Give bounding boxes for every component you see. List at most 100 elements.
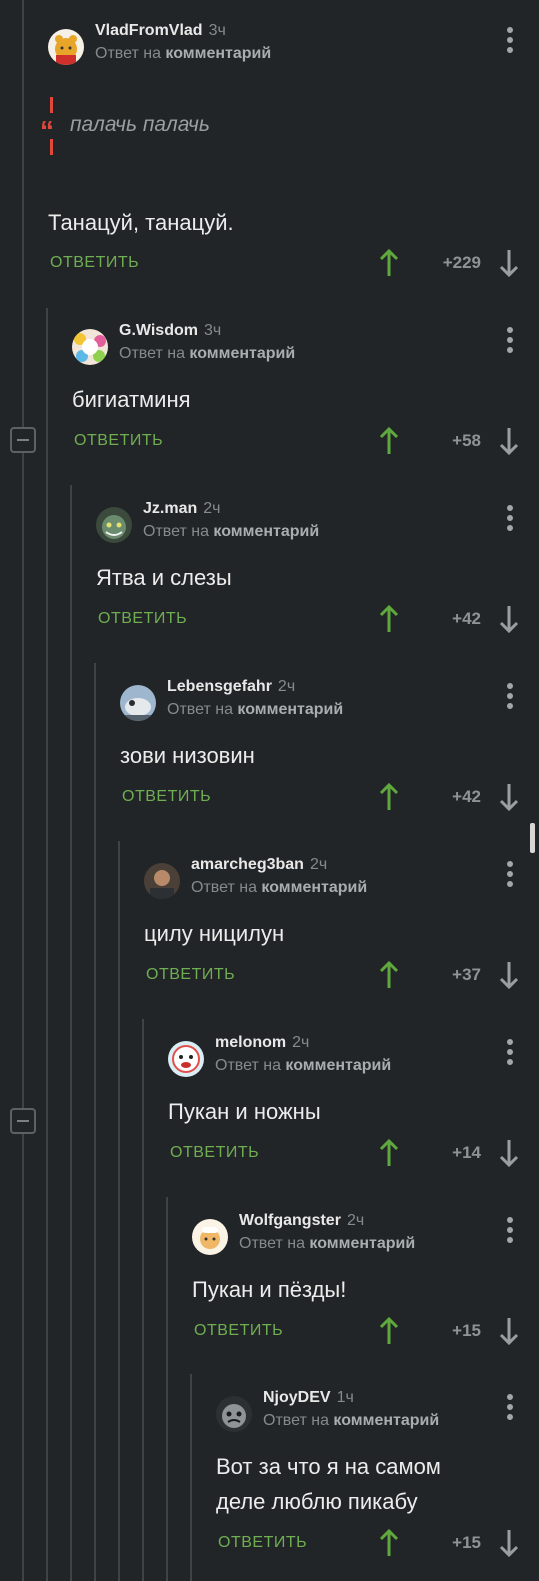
collapse-icon[interactable] xyxy=(10,427,36,453)
quote-bar xyxy=(50,97,53,113)
reply-button[interactable]: ОТВЕТИТЬ xyxy=(50,254,139,272)
username[interactable]: melonom 2ч xyxy=(215,1034,309,1052)
username[interactable]: G.Wisdom 3ч xyxy=(119,322,221,340)
avatar[interactable] xyxy=(144,863,180,899)
reply-button[interactable]: ОТВЕТИТЬ xyxy=(146,966,235,984)
reply-button[interactable]: ОТВЕТИТЬ xyxy=(170,1144,259,1162)
arrow-down-icon[interactable] xyxy=(499,1528,519,1558)
rating: +37 xyxy=(452,965,481,984)
avatar[interactable] xyxy=(72,329,108,365)
arrow-up-icon[interactable] xyxy=(379,960,399,990)
parent-comment-link[interactable]: комментарий xyxy=(309,1235,415,1252)
avatar[interactable] xyxy=(48,29,84,65)
comment-header: Lebensgefahr 2ч Ответ на комментарий xyxy=(120,678,539,728)
more-vert-icon[interactable] xyxy=(506,1394,514,1420)
thread-line xyxy=(94,663,96,1581)
vote-block: +15 xyxy=(379,1528,519,1558)
parent-comment-link[interactable]: комментарий xyxy=(189,345,295,362)
vote-block: +58 xyxy=(379,426,519,456)
vote-block: +42 xyxy=(379,782,519,812)
avatar[interactable] xyxy=(192,1219,228,1255)
arrow-down-icon[interactable] xyxy=(499,782,519,812)
quote-block: “ палачь палачь xyxy=(40,97,340,159)
reply-button[interactable]: ОТВЕТИТЬ xyxy=(122,788,211,806)
parent-comment-link[interactable]: комментарий xyxy=(333,1412,439,1429)
parent-comment-link[interactable]: комментарий xyxy=(285,1057,391,1074)
arrow-down-icon[interactable] xyxy=(499,1316,519,1346)
username[interactable]: Wolfgangster 2ч xyxy=(239,1212,364,1230)
username[interactable]: Lebensgefahr 2ч xyxy=(167,678,295,696)
parent-comment-link[interactable]: комментарий xyxy=(213,523,319,540)
more-vert-icon[interactable] xyxy=(506,505,514,531)
arrow-down-icon[interactable] xyxy=(499,1138,519,1168)
arrow-down-icon[interactable] xyxy=(499,960,519,990)
reply-button[interactable]: ОТВЕТИТЬ xyxy=(74,432,163,450)
more-vert-icon[interactable] xyxy=(506,327,514,353)
arrow-up-icon[interactable] xyxy=(379,604,399,634)
rating: +14 xyxy=(452,1143,481,1162)
arrow-down-icon[interactable] xyxy=(499,248,519,278)
vote-block: +42 xyxy=(379,604,519,634)
arrow-up-icon[interactable] xyxy=(379,1528,399,1558)
username[interactable]: NjoyDEV 1ч xyxy=(263,1389,354,1407)
avatar[interactable] xyxy=(120,685,156,721)
avatar[interactable] xyxy=(168,1041,204,1077)
username[interactable]: Jz.man 2ч xyxy=(143,500,220,518)
reply-button[interactable]: ОТВЕТИТЬ xyxy=(98,610,187,628)
thread-line xyxy=(46,308,48,1581)
arrow-down-icon[interactable] xyxy=(499,426,519,456)
arrow-up-icon[interactable] xyxy=(379,426,399,456)
parent-comment-link[interactable]: комментарий xyxy=(237,701,343,718)
collapse-icon[interactable] xyxy=(10,1108,36,1134)
arrow-down-icon[interactable] xyxy=(499,604,519,634)
more-vert-icon[interactable] xyxy=(506,1039,514,1065)
thread-line xyxy=(118,841,120,1581)
more-vert-icon[interactable] xyxy=(506,683,514,709)
thread-line xyxy=(142,1019,144,1581)
comment: NjoyDEV 1ч Ответ на комментарий Вот за чт… xyxy=(216,1389,539,1579)
reply-button[interactable]: ОТВЕТИТЬ xyxy=(218,1534,307,1552)
username[interactable]: amarcheg3ban 2ч xyxy=(191,856,327,874)
rating: +58 xyxy=(452,431,481,450)
arrow-up-icon[interactable] xyxy=(379,1316,399,1346)
rating: +229 xyxy=(442,253,481,272)
comment-time: 2ч xyxy=(277,678,296,695)
comment-header: melonom 2ч Ответ на комментарий xyxy=(168,1034,539,1084)
comment-text: бигиатминя xyxy=(72,387,191,412)
username[interactable]: VladFromVlad 3ч xyxy=(95,22,226,40)
scroll-indicator[interactable] xyxy=(530,823,535,853)
more-vert-icon[interactable] xyxy=(506,861,514,887)
comment-time: 3ч xyxy=(208,22,226,39)
thread-line xyxy=(190,1374,192,1581)
comment-text: Ятва и слезы xyxy=(96,565,232,590)
reply-button[interactable]: ОТВЕТИТЬ xyxy=(194,1322,283,1340)
comment: Jz.man 2ч Ответ на комментарий Ятва и сле… xyxy=(96,500,539,640)
parent-comment-link[interactable]: комментарий xyxy=(261,879,367,896)
reply-to: Ответ на комментарий xyxy=(167,701,344,718)
reply-to: Ответ на комментарий xyxy=(215,1057,392,1074)
comment-text: Вот за что я на самом деле люблю пикабу xyxy=(216,1449,441,1519)
comment-text-line: деле люблю пикабу xyxy=(216,1489,418,1514)
comment-header: NjoyDEV 1ч Ответ на комментарий xyxy=(216,1389,539,1439)
comment-header: VladFromVlad 3ч Ответ на комментарий xyxy=(48,22,539,72)
thread-line xyxy=(166,1197,168,1581)
comment-text: цилу ницилун xyxy=(144,921,285,946)
parent-comment-link[interactable]: комментарий xyxy=(165,45,271,62)
comment-time: 2ч xyxy=(309,856,328,873)
thread-line xyxy=(70,485,72,1581)
rating: +42 xyxy=(452,609,481,628)
arrow-up-icon[interactable] xyxy=(379,782,399,812)
more-vert-icon[interactable] xyxy=(506,27,514,53)
avatar[interactable] xyxy=(216,1396,252,1432)
comment-text: зови низовин xyxy=(120,743,255,768)
more-vert-icon[interactable] xyxy=(506,1217,514,1243)
comment: Lebensgefahr 2ч Ответ на комментарий зови… xyxy=(120,678,539,818)
comment-header: Jz.man 2ч Ответ на комментарий xyxy=(96,500,539,550)
avatar[interactable] xyxy=(96,507,132,543)
comment: melonom 2ч Ответ на комментарий Пукан и н… xyxy=(168,1034,539,1174)
comment-header: Wolfgangster 2ч Ответ на комментарий xyxy=(192,1212,539,1262)
arrow-up-icon[interactable] xyxy=(379,1138,399,1168)
reply-to: Ответ на комментарий xyxy=(119,345,296,362)
comment-text-line: Вот за что я на самом xyxy=(216,1454,441,1479)
arrow-up-icon[interactable] xyxy=(379,248,399,278)
